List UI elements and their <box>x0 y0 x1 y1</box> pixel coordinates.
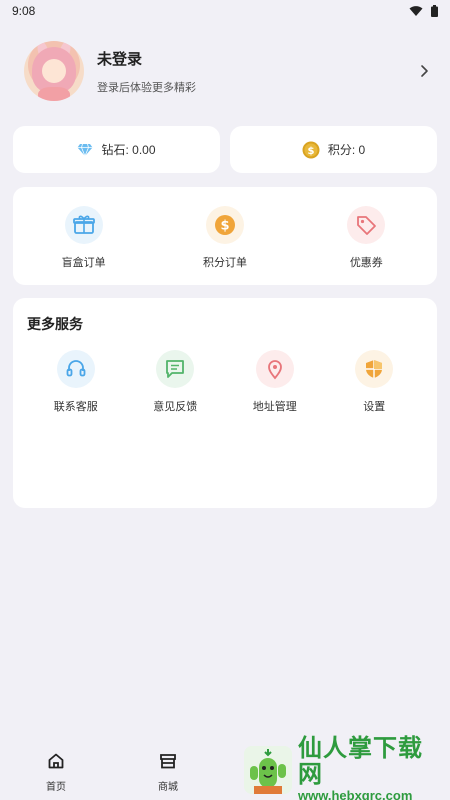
tab-store[interactable]: 商城 <box>112 742 224 800</box>
services-grid: 联系客服 意见反馈 地址管理 设置 <box>26 350 424 414</box>
points-balance: 积分: 0 <box>327 143 366 157</box>
svg-text:$: $ <box>307 146 314 157</box>
coupons-label: 优惠券 <box>349 257 383 269</box>
message-icon <box>156 350 195 388</box>
blind-box-orders-label: 盲盒订单 <box>61 257 106 269</box>
tab-store-label: 商城 <box>158 782 178 793</box>
watermark-text: 仙人掌下载网 www.hebxqrc.com <box>298 736 444 800</box>
contact-service[interactable]: 联系客服 <box>26 350 126 414</box>
profile-subtitle: 登录后体验更多精彩 <box>97 81 196 94</box>
gift-box-icon <box>64 206 103 244</box>
watermark-title: 仙人掌下载网 <box>298 735 423 788</box>
address-management[interactable]: 地址管理 <box>225 350 325 414</box>
diamond-icon <box>77 143 93 157</box>
tag-icon <box>347 206 386 244</box>
coin-icon: $ <box>302 141 320 158</box>
feedback[interactable]: 意见反馈 <box>126 350 226 414</box>
points-orders-label: 积分订单 <box>202 257 247 269</box>
headset-icon <box>56 350 95 388</box>
wifi-icon <box>409 6 423 16</box>
blind-box-orders[interactable]: 盲盒订单 <box>13 187 154 285</box>
balance-row: 钻石: 0.00 $ 积分: 0 <box>13 126 437 173</box>
location-pin-icon <box>255 350 294 388</box>
tab-home-label: 首页 <box>46 782 66 793</box>
profile-header[interactable]: 未登录 登录后体验更多精彩 <box>24 40 432 102</box>
cactus-logo <box>244 746 292 794</box>
status-icons <box>409 5 438 17</box>
diamond-balance: 钻石: 0.00 <box>101 143 156 157</box>
watermark-url: www.hebxqrc.com <box>298 788 413 800</box>
shield-icon <box>355 350 394 388</box>
contact-service-label: 联系客服 <box>53 401 98 413</box>
orders-card: 盲盒订单 $ 积分订单 优惠券 <box>13 187 437 285</box>
battery-icon <box>431 5 438 17</box>
profile-name: 未登录 <box>97 50 143 68</box>
more-services-card: 更多服务 联系客服 意见反馈 地址管理 设置 <box>13 298 437 508</box>
diamond-balance-card[interactable]: 钻石: 0.00 <box>13 126 220 173</box>
services-title: 更多服务 <box>27 316 83 332</box>
store-icon <box>160 754 176 769</box>
feedback-label: 意见反馈 <box>153 401 198 413</box>
home-icon <box>48 753 64 769</box>
tab-home[interactable]: 首页 <box>0 742 112 800</box>
points-orders[interactable]: $ 积分订单 <box>154 187 295 285</box>
avatar[interactable] <box>24 41 84 101</box>
address-management-label: 地址管理 <box>252 401 297 413</box>
settings-label: 设置 <box>363 401 386 413</box>
chevron-right-icon[interactable] <box>416 63 432 79</box>
profile-text: 未登录 登录后体验更多精彩 <box>97 48 416 95</box>
coin-icon: $ <box>205 206 244 244</box>
svg-text:$: $ <box>220 219 229 234</box>
status-time: 9:08 <box>12 4 36 18</box>
watermark: 仙人掌下载网 www.hebxqrc.com <box>244 736 444 800</box>
points-balance-card[interactable]: $ 积分: 0 <box>230 126 437 173</box>
status-bar: 9:08 <box>0 0 450 22</box>
coupons[interactable]: 优惠券 <box>296 187 437 285</box>
settings[interactable]: 设置 <box>325 350 425 414</box>
